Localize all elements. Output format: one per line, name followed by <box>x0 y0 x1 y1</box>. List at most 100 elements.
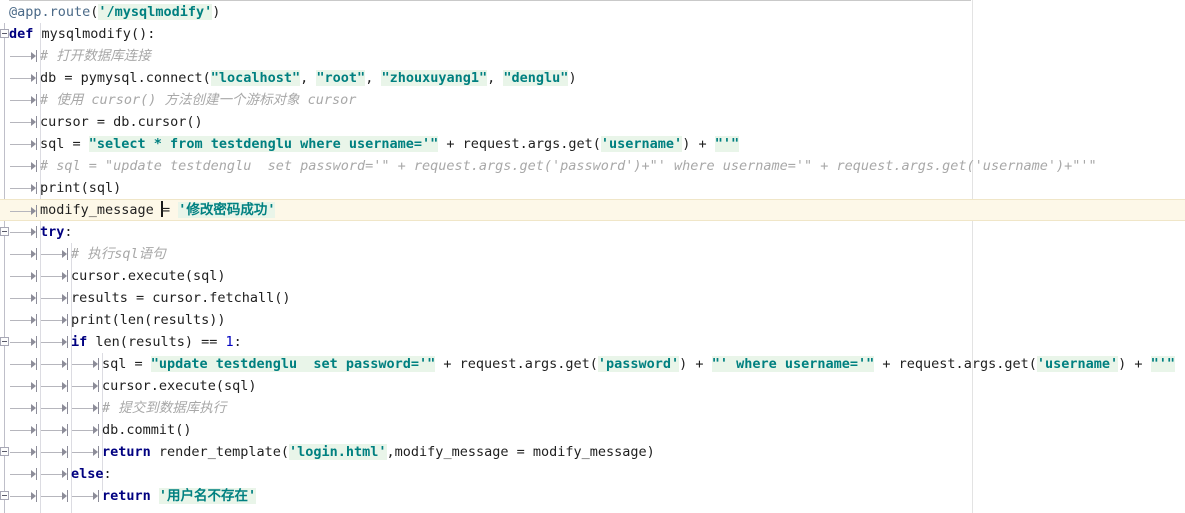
tab-indent-marker <box>9 419 40 441</box>
code-line[interactable]: print(sql) <box>0 177 1185 199</box>
identifier-token: modify_message <box>394 444 509 460</box>
tab-indent-marker <box>40 353 71 375</box>
tab-indent-marker <box>71 441 102 463</box>
tab-indent-marker <box>9 265 40 287</box>
identifier-token: sql <box>192 268 218 284</box>
tab-indent-marker <box>9 331 40 353</box>
code-line[interactable]: return '用户名不存在' <box>0 485 1185 507</box>
code-line[interactable]: db.commit() <box>0 419 1185 441</box>
tab-indent-marker <box>9 353 40 375</box>
identifier-token: get <box>565 356 590 372</box>
tab-indent-marker <box>40 375 71 397</box>
tab-indent-marker <box>9 111 40 133</box>
tab-indent-marker <box>40 331 71 353</box>
tab-indent-marker <box>40 463 71 485</box>
code-line[interactable]: results = cursor.fetchall() <box>0 287 1185 309</box>
code-line[interactable]: # 打开数据库连接 <box>0 45 1185 67</box>
comment-token: # 使用 cursor() 方法创建一个游标对象 cursor <box>40 92 357 108</box>
tab-indent-marker <box>9 397 40 419</box>
identifier-token: cursor <box>102 378 151 394</box>
tab-indent-marker <box>9 441 40 463</box>
tab-indent-marker <box>71 353 102 375</box>
tab-indent-marker <box>9 67 40 89</box>
tab-indent-marker <box>40 309 71 331</box>
identifier-token: commit <box>126 422 176 438</box>
tab-indent-marker <box>9 133 40 155</box>
keyword-token: if <box>71 334 88 350</box>
string-token: 'username' <box>1036 356 1119 372</box>
identifier-token: args <box>963 356 997 372</box>
text-caret <box>160 201 163 217</box>
identifier-token: db <box>40 70 57 86</box>
identifier-token: get <box>1004 356 1029 372</box>
keyword-token: try <box>40 224 65 240</box>
identifier-token: sql <box>102 356 127 372</box>
code-line[interactable]: db = pymysql.connect("localhost", "root"… <box>0 67 1185 89</box>
code-line[interactable]: try: <box>0 221 1185 243</box>
code-line[interactable]: # 使用 cursor() 方法创建一个游标对象 cursor <box>0 89 1185 111</box>
identifier-token: request <box>898 356 956 372</box>
identifier-token: db <box>113 114 130 130</box>
comment-token: # 打开数据库连接 <box>40 48 151 64</box>
code-line[interactable]: cursor.execute(sql) <box>0 375 1185 397</box>
code-line[interactable]: else: <box>0 463 1185 485</box>
code-line[interactable]: @app.route('/mysqlmodify') <box>0 1 1185 23</box>
identifier-token: pymysql <box>80 70 138 86</box>
tab-indent-marker <box>9 243 40 265</box>
code-line[interactable]: # 执行sql语句 <box>0 243 1185 265</box>
identifier-token: cursor <box>71 268 120 284</box>
identifier-token: results <box>127 334 185 350</box>
identifier-token: print <box>40 180 81 196</box>
comment-token: # 执行sql语句 <box>71 246 166 262</box>
tab-indent-marker <box>9 287 40 309</box>
code-line[interactable]: # 提交到数据库执行 <box>0 397 1185 419</box>
tab-indent-marker <box>71 419 102 441</box>
code-line[interactable]: sql = "select * from testdenglu where us… <box>0 133 1185 155</box>
code-line[interactable]: if len(results) == 1: <box>0 331 1185 353</box>
tab-indent-marker <box>40 287 71 309</box>
code-lines[interactable]: @app.route('/mysqlmodify') def mysqlmodif… <box>0 1 1185 507</box>
code-line[interactable]: modify_message = '修改密码成功' <box>0 199 1185 221</box>
identifier-token: cursor <box>152 290 202 306</box>
tab-indent-marker <box>71 397 102 419</box>
tab-indent-marker <box>40 265 71 287</box>
identifier-token: mysqlmodify <box>41 26 131 42</box>
code-line[interactable]: return render_template('login.html',modi… <box>0 441 1185 463</box>
code-line[interactable]: cursor.execute(sql) <box>0 265 1185 287</box>
code-line[interactable]: def mysqlmodify(): <box>0 23 1185 45</box>
comment-token: # sql = "update testdenglu set password=… <box>40 158 1097 174</box>
identifier-token: sql <box>88 180 114 196</box>
identifier-token: cursor <box>40 114 89 130</box>
string-token: 'password' <box>597 356 680 372</box>
code-line[interactable]: sql = "update testdenglu set password='"… <box>0 353 1185 375</box>
code-editor-canvas[interactable]: @app.route('/mysqlmodify') def mysqlmodif… <box>0 0 1185 513</box>
code-line[interactable]: print(len(results)) <box>0 309 1185 331</box>
string-token: '用户名不存在' <box>158 488 257 504</box>
tab-indent-marker <box>40 485 71 507</box>
tab-indent-marker <box>9 463 40 485</box>
string-token: 'login.html' <box>288 444 387 460</box>
keyword-token: return <box>102 488 151 504</box>
tab-indent-marker <box>40 243 71 265</box>
identifier-token: connect <box>145 70 203 86</box>
identifier-token: get <box>568 136 593 152</box>
code-line[interactable]: # sql = "update testdenglu set password=… <box>0 155 1185 177</box>
identifier-token: fetchall <box>209 290 275 306</box>
string-token: '/mysqlmodify' <box>98 4 213 20</box>
tab-indent-marker <box>71 375 102 397</box>
code-line[interactable]: cursor = db.cursor() <box>0 111 1185 133</box>
string-token: 'username' <box>600 136 683 152</box>
identifier-token: len <box>119 312 145 328</box>
string-token: "'" <box>1150 356 1176 372</box>
string-token: "zhouxuyang1" <box>381 70 488 86</box>
number-token: 1 <box>225 334 234 350</box>
identifier-token: print <box>71 312 112 328</box>
identifier-token: db <box>102 422 119 438</box>
identifier-token: modify_message <box>40 202 154 218</box>
identifier-token: modify_message <box>532 444 647 460</box>
identifier-token: execute <box>127 268 185 284</box>
string-token: "select * from testdenglu where username… <box>88 136 439 152</box>
identifier-token: sql <box>40 136 65 152</box>
identifier-token: sql <box>223 378 249 394</box>
identifier-token: render_template <box>158 444 281 460</box>
